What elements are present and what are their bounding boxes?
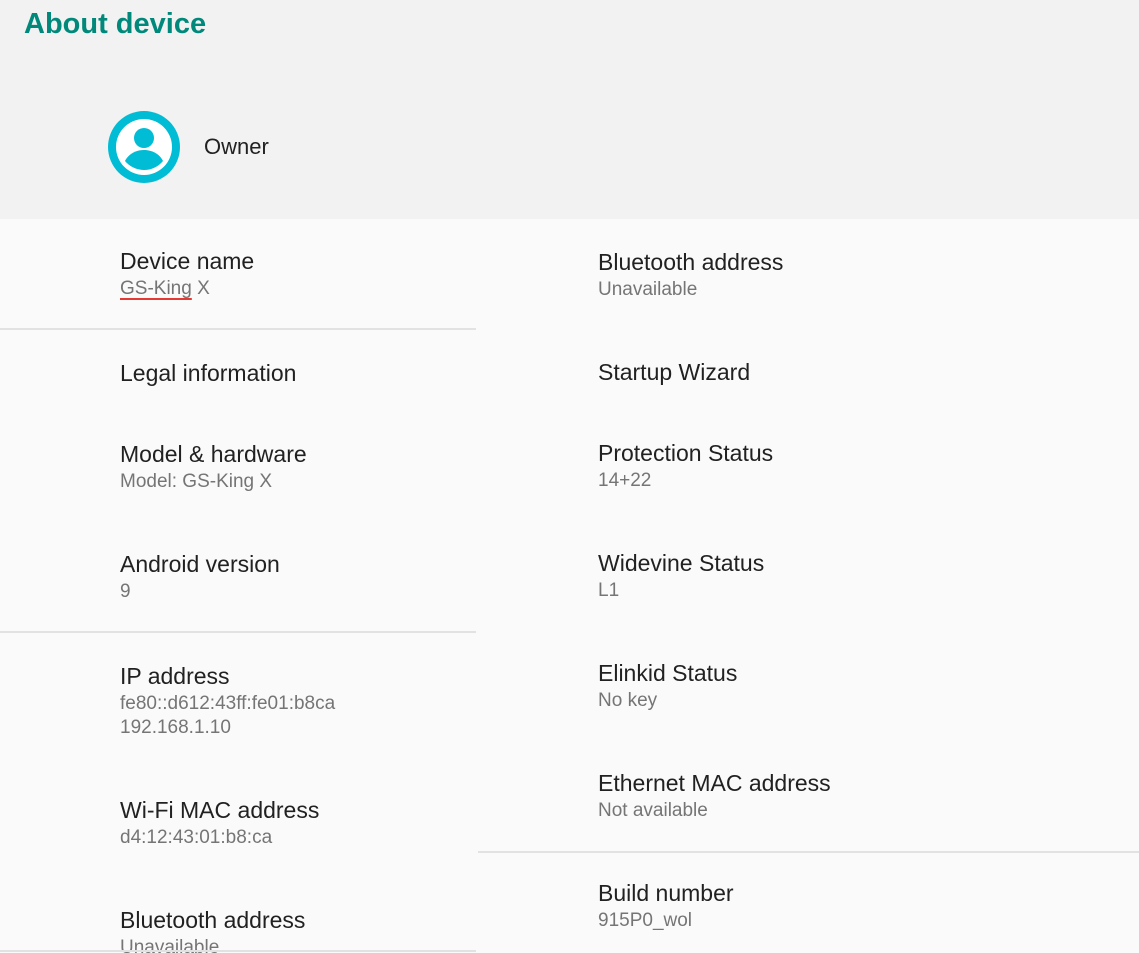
bluetooth-address-item-right[interactable]: Bluetooth address Unavailable (598, 247, 783, 302)
ethernet-mac-address-title: Ethernet MAC address (598, 770, 831, 796)
divider (0, 328, 476, 330)
bluetooth-address-value: Unavailable (598, 279, 698, 300)
legal-information-item[interactable]: Legal information (120, 358, 296, 388)
account-circle-icon (108, 111, 180, 183)
protection-status-item[interactable]: Protection Status 14+22 (598, 438, 773, 493)
settings-list: Device name GS-King X Legal information … (0, 219, 1139, 953)
startup-wizard-title: Startup Wizard (598, 359, 751, 385)
wifi-mac-address-title: Wi-Fi MAC address (120, 797, 320, 823)
wifi-mac-address-item[interactable]: Wi-Fi MAC address d4:12:43:01:b8:ca (120, 795, 319, 850)
bluetooth-address-title: Bluetooth address (120, 907, 306, 933)
elinkid-status-value: No key (598, 690, 658, 711)
protection-status-title: Protection Status (598, 440, 774, 466)
build-number-value: 915P0_wol (598, 910, 693, 931)
ip-address-ipv6: fe80::d612:43ff:fe01:b8ca (120, 693, 336, 714)
android-version-value: 9 (120, 581, 131, 602)
device-name-item[interactable]: Device name GS-King X (120, 246, 254, 301)
header: About device Owner (0, 0, 1139, 219)
device-name-value: GS-King X (120, 277, 254, 301)
owner-name: Owner (204, 134, 269, 159)
model-hardware-value: Model: GS-King X (120, 471, 273, 492)
startup-wizard-item[interactable]: Startup Wizard (598, 357, 750, 387)
bluetooth-address-title: Bluetooth address (598, 249, 784, 275)
divider (478, 851, 1139, 853)
build-number-title: Build number (598, 880, 734, 906)
page-title: About device (24, 8, 207, 40)
bluetooth-address-item-left[interactable]: Bluetooth address Unavailable (120, 905, 305, 953)
widevine-status-title: Widevine Status (598, 550, 765, 576)
android-version-item[interactable]: Android version 9 (120, 549, 280, 604)
wifi-mac-address-value: d4:12:43:01:b8:ca (120, 827, 273, 848)
device-name-title: Device name (120, 248, 255, 274)
elinkid-status-item[interactable]: Elinkid Status No key (598, 658, 737, 713)
widevine-status-value: L1 (598, 580, 620, 601)
elinkid-status-title: Elinkid Status (598, 660, 738, 686)
ip-address-ipv4: 192.168.1.10 (120, 717, 231, 738)
widevine-status-item[interactable]: Widevine Status L1 (598, 548, 764, 603)
android-version-title: Android version (120, 551, 280, 577)
device-name-value-rest: X (191, 278, 210, 299)
divider (0, 631, 476, 633)
build-number-item[interactable]: Build number 915P0_wol (598, 878, 734, 933)
owner-row[interactable]: Owner (108, 111, 269, 183)
ethernet-mac-address-item[interactable]: Ethernet MAC address Not available (598, 768, 831, 823)
ip-address-item[interactable]: IP address fe80::d612:43ff:fe01:b8ca 192… (120, 661, 335, 740)
legal-information-title: Legal information (120, 360, 297, 386)
model-hardware-title: Model & hardware (120, 441, 307, 467)
ip-address-title: IP address (120, 663, 230, 689)
divider (0, 950, 476, 952)
ethernet-mac-address-value: Not available (598, 800, 708, 821)
model-hardware-item[interactable]: Model & hardware Model: GS-King X (120, 439, 307, 494)
device-name-value-underlined: GS-King (120, 278, 192, 299)
protection-status-value: 14+22 (598, 470, 652, 491)
